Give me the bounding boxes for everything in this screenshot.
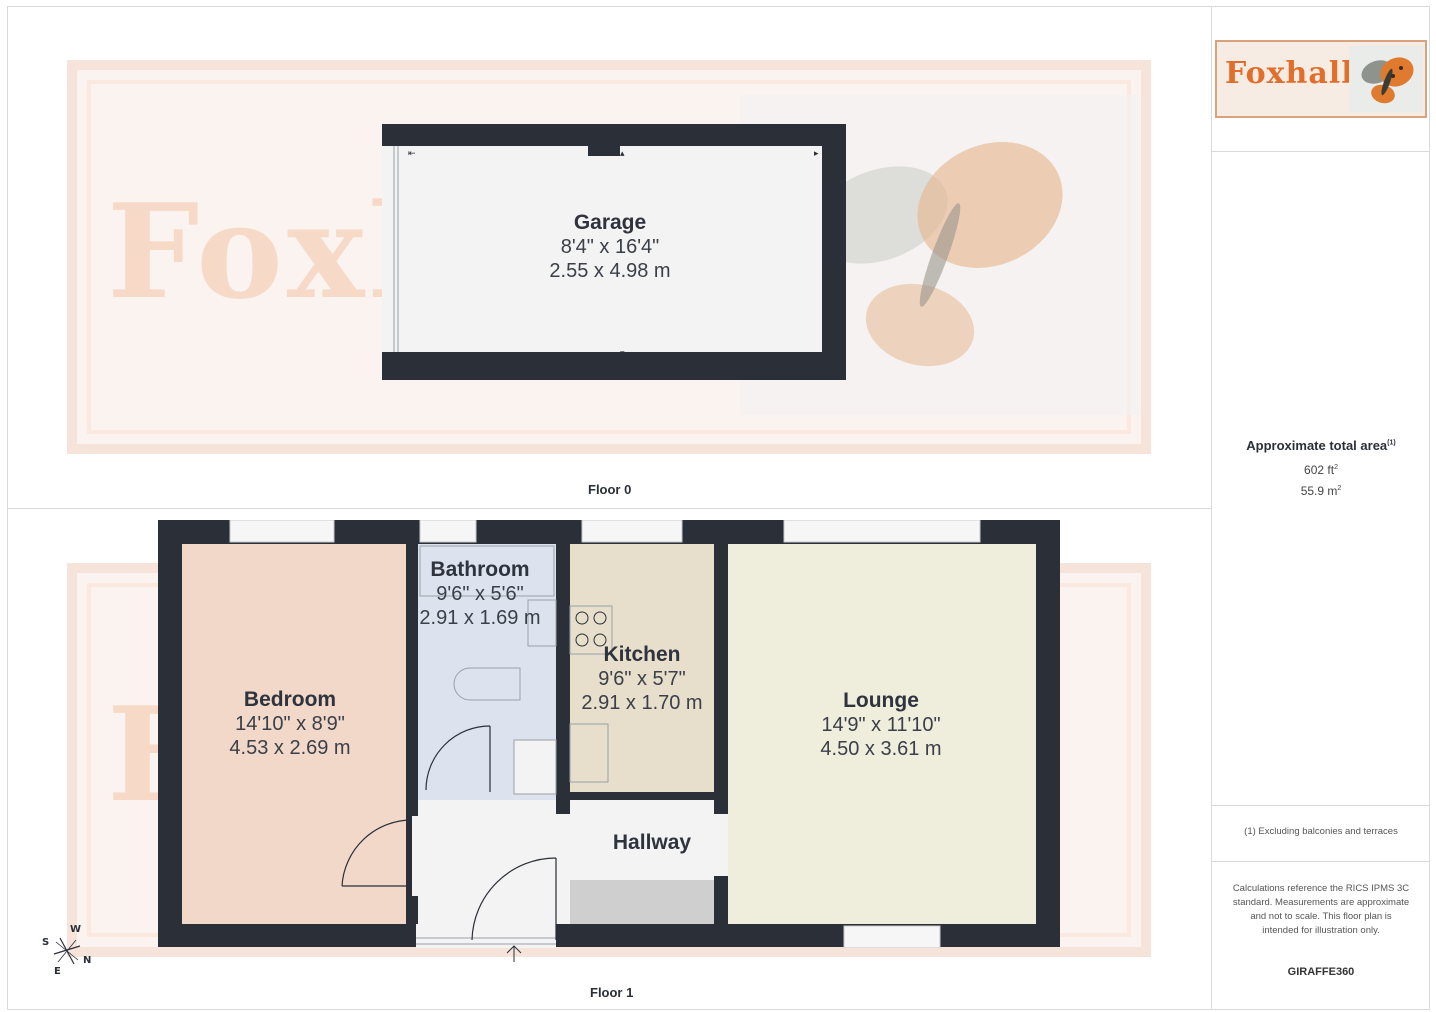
room-dim-metric: 2.91 x 1.70 m bbox=[581, 692, 703, 714]
svg-text:⇤: ⇤ bbox=[408, 149, 416, 159]
room-dim-imperial: 14'10" x 8'9" bbox=[235, 713, 345, 735]
room-hallway: Hallway bbox=[592, 831, 712, 855]
room-bathroom: Bathroom 9'6" x 5'6" 2.91 x 1.69 m bbox=[410, 558, 550, 630]
room-name: Kitchen bbox=[603, 643, 681, 666]
room-name: Bathroom bbox=[430, 558, 530, 581]
logo: Foxhall bbox=[1215, 40, 1427, 118]
room-name: Garage bbox=[573, 211, 647, 234]
room-name: Hallway bbox=[612, 831, 692, 854]
compass-w: W bbox=[70, 924, 82, 935]
vendor-logo: GIRAFFE360 bbox=[1287, 966, 1355, 978]
room-name: Lounge bbox=[843, 689, 919, 712]
butterfly-logo-icon bbox=[1349, 46, 1423, 112]
side-divider-1 bbox=[1211, 151, 1430, 152]
room-name: Bedroom bbox=[243, 688, 337, 711]
room-dim-imperial: 14'9" x 11'10" bbox=[821, 714, 941, 736]
floor-1-label: Floor 1 bbox=[590, 985, 634, 1000]
area-ft-value: 602 ft bbox=[1304, 463, 1335, 477]
room-garage: Garage 8'4" x 16'4" 2.55 x 4.98 m bbox=[510, 211, 710, 283]
room-bedroom: Bedroom 14'10" x 8'9" 4.53 x 2.69 m bbox=[190, 688, 390, 760]
room-dim-metric: 4.50 x 3.61 m bbox=[820, 738, 942, 760]
room-dim-imperial: 9'6" x 5'7" bbox=[598, 668, 686, 690]
room-dim-metric: 2.55 x 4.98 m bbox=[549, 260, 671, 282]
compass-n: N bbox=[83, 955, 92, 966]
area-m-value: 55.9 m bbox=[1300, 484, 1338, 498]
area-m: 55.9 m2 bbox=[1212, 484, 1430, 498]
compass-rose-icon bbox=[53, 937, 81, 965]
entrance-arrow-icon bbox=[506, 945, 522, 962]
side-divider-2 bbox=[1211, 805, 1430, 806]
disclaimer: Calculations reference the RICS IPMS 3C … bbox=[1232, 883, 1410, 936]
area-ft-sup: 2 bbox=[1334, 464, 1338, 471]
svg-text:▴: ▴ bbox=[620, 149, 625, 159]
floor-0-label: Floor 0 bbox=[588, 482, 632, 497]
area-title-sup: (1) bbox=[1387, 439, 1396, 447]
area-ft: 602 ft2 bbox=[1212, 463, 1430, 477]
room-dim-metric: 2.91 x 1.69 m bbox=[419, 607, 541, 629]
area-title: Approximate total area(1) bbox=[1212, 438, 1430, 453]
area-m-sup: 2 bbox=[1337, 485, 1342, 492]
compass-s: S bbox=[42, 937, 50, 948]
room-lounge: Lounge 14'9" x 11'10" 4.50 x 3.61 m bbox=[781, 689, 981, 761]
area-title-text: Approximate total area bbox=[1246, 438, 1388, 453]
side-divider-3 bbox=[1211, 861, 1430, 862]
footnote: (1) Excluding balconies and terraces bbox=[1244, 826, 1398, 837]
svg-text:▾: ▾ bbox=[620, 349, 625, 359]
logo-text: Foxhall bbox=[1225, 56, 1354, 91]
room-dim-metric: 4.53 x 2.69 m bbox=[229, 737, 351, 759]
compass-e: E bbox=[54, 966, 61, 977]
floor-divider bbox=[7, 508, 1212, 509]
side-panel bbox=[1211, 6, 1430, 1010]
svg-text:▸: ▸ bbox=[814, 149, 819, 159]
room-kitchen: Kitchen 9'6" x 5'7" 2.91 x 1.70 m bbox=[572, 643, 712, 715]
room-dim-imperial: 8'4" x 16'4" bbox=[560, 236, 660, 258]
room-dim-imperial: 9'6" x 5'6" bbox=[436, 583, 524, 605]
compass: W S E N bbox=[40, 924, 100, 977]
